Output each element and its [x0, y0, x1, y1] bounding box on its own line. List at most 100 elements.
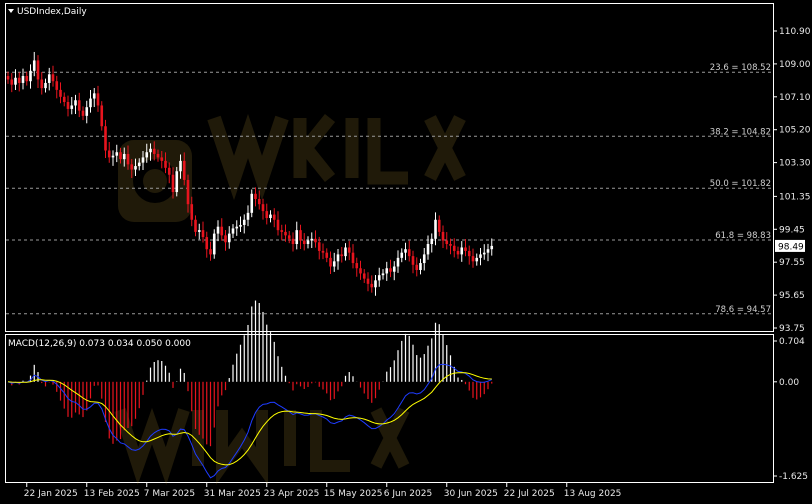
candle-bear	[40, 79, 44, 89]
candle-bull	[89, 98, 92, 108]
candle-bull	[216, 226, 220, 234]
candle-bear	[471, 256, 475, 262]
candle-bull	[377, 275, 381, 281]
macd-axis-label: 0.00	[779, 378, 799, 388]
macd-title-text: MACD(12,26,9) 0.073 0.034 0.050 0.000	[8, 339, 191, 349]
time-axis: 22 Jan 2025 13 Feb 2025 7 Mar 2025 31 Mar 2…	[24, 483, 621, 499]
candle-bear	[51, 74, 55, 82]
candle-bear	[59, 89, 62, 97]
candle-bull	[21, 76, 25, 83]
triangle-down-icon[interactable]	[8, 9, 14, 13]
price-axis-label: 95.65	[779, 291, 805, 301]
candle-bear	[287, 235, 291, 239]
candle-bull	[336, 254, 340, 262]
candle-bear	[171, 174, 175, 193]
candle-bear	[55, 81, 59, 90]
candle-bull	[29, 70, 32, 82]
candle-bull	[486, 249, 490, 253]
candle-bull	[475, 257, 479, 262]
fib-level-label: 23.6 = 108.52	[710, 63, 771, 73]
candle-bear	[10, 79, 14, 85]
fib-level-label: 78.6 = 94.57	[715, 305, 771, 315]
candle-bear	[284, 231, 287, 236]
candle-bull	[239, 224, 242, 227]
candle-bear	[6, 76, 10, 80]
candle-bull	[137, 162, 141, 167]
candle-bear	[201, 230, 205, 238]
candle-bull	[482, 252, 486, 255]
candle-bear	[100, 105, 104, 127]
candle-bull	[231, 228, 235, 234]
candle-bear	[467, 250, 471, 257]
candle-bull	[134, 166, 137, 170]
candle-bear	[164, 160, 167, 168]
candle-bull	[430, 238, 434, 245]
candle-bull	[434, 219, 437, 239]
candle-bull	[295, 230, 299, 245]
candle-bear	[437, 219, 441, 232]
candle-bull	[344, 247, 347, 257]
candle-bull	[426, 244, 430, 255]
candle-bear	[36, 60, 40, 80]
candle-bear	[340, 254, 344, 257]
candle-bull	[179, 160, 182, 172]
candle-bull	[32, 60, 36, 71]
candle-bear	[314, 238, 317, 243]
candle-bull	[242, 219, 246, 225]
candle-bear	[205, 237, 209, 250]
candle-bull	[227, 233, 231, 243]
candle-bear	[66, 102, 70, 109]
candle-bull	[149, 148, 152, 153]
price-axis-label: 109.00	[779, 60, 811, 70]
candle-bull	[385, 268, 389, 274]
candle-bear	[81, 110, 85, 116]
fib-level-label: 38.2 = 104.82	[710, 127, 771, 137]
candle-bull	[85, 107, 89, 116]
candle-bear	[257, 198, 261, 205]
time-axis-label: 13 Feb 2025	[84, 489, 140, 499]
symbol-title-text: USDIndex,Daily	[17, 7, 87, 17]
time-axis-label: 15 May 2025	[324, 489, 383, 499]
candle-bull	[479, 254, 482, 258]
symbol-title: USDIndex,Daily	[8, 7, 87, 17]
price-chart-window[interactable]: USDIndex,Daily MACD(12,26,9) 0.073 0.034…	[0, 0, 812, 504]
candle-bear	[130, 164, 134, 170]
candle-bear	[351, 252, 355, 264]
price-axis-label: 103.30	[779, 159, 811, 169]
time-axis-label: 22 Jan 2025	[24, 489, 78, 499]
candle-bull	[14, 77, 17, 85]
candle-bear	[190, 204, 194, 220]
candle-bear	[152, 148, 156, 154]
candle-bear	[407, 249, 411, 257]
candle-bear	[261, 204, 265, 212]
candle-bear	[96, 93, 100, 106]
current-price-marker: 98.49	[775, 239, 805, 252]
candle-bear	[156, 153, 160, 158]
price-axis-label: 110.90	[779, 27, 811, 37]
current-price-label: 98.49	[778, 242, 804, 252]
candle-bear	[77, 100, 81, 111]
candle-bear	[366, 278, 370, 284]
candle-bear	[370, 283, 374, 288]
candle-bear	[355, 263, 359, 269]
candle-bull	[419, 263, 422, 270]
candle-bull	[396, 257, 400, 267]
candle-bear	[224, 235, 227, 243]
candle-bear	[280, 230, 284, 232]
candle-bear	[362, 273, 366, 279]
candle-bull	[460, 247, 464, 255]
candle-bull	[490, 245, 494, 250]
candle-bull	[381, 273, 385, 276]
candle-bear	[209, 249, 212, 255]
candle-bear	[321, 250, 325, 253]
candle-bear	[126, 153, 130, 165]
candle-bear	[359, 268, 362, 274]
time-axis-label: 30 Jun 2025	[444, 489, 498, 499]
price-axis: 110.90 109.00 107.10 105.20 103.30 101.35 99.4…	[773, 27, 811, 334]
candle-bear	[276, 219, 280, 231]
candle-bull	[400, 252, 404, 258]
candle-bear	[265, 211, 269, 219]
candle-bull	[141, 157, 145, 163]
candle-bull	[111, 155, 115, 158]
price-axis-label: 93.75	[779, 324, 805, 334]
